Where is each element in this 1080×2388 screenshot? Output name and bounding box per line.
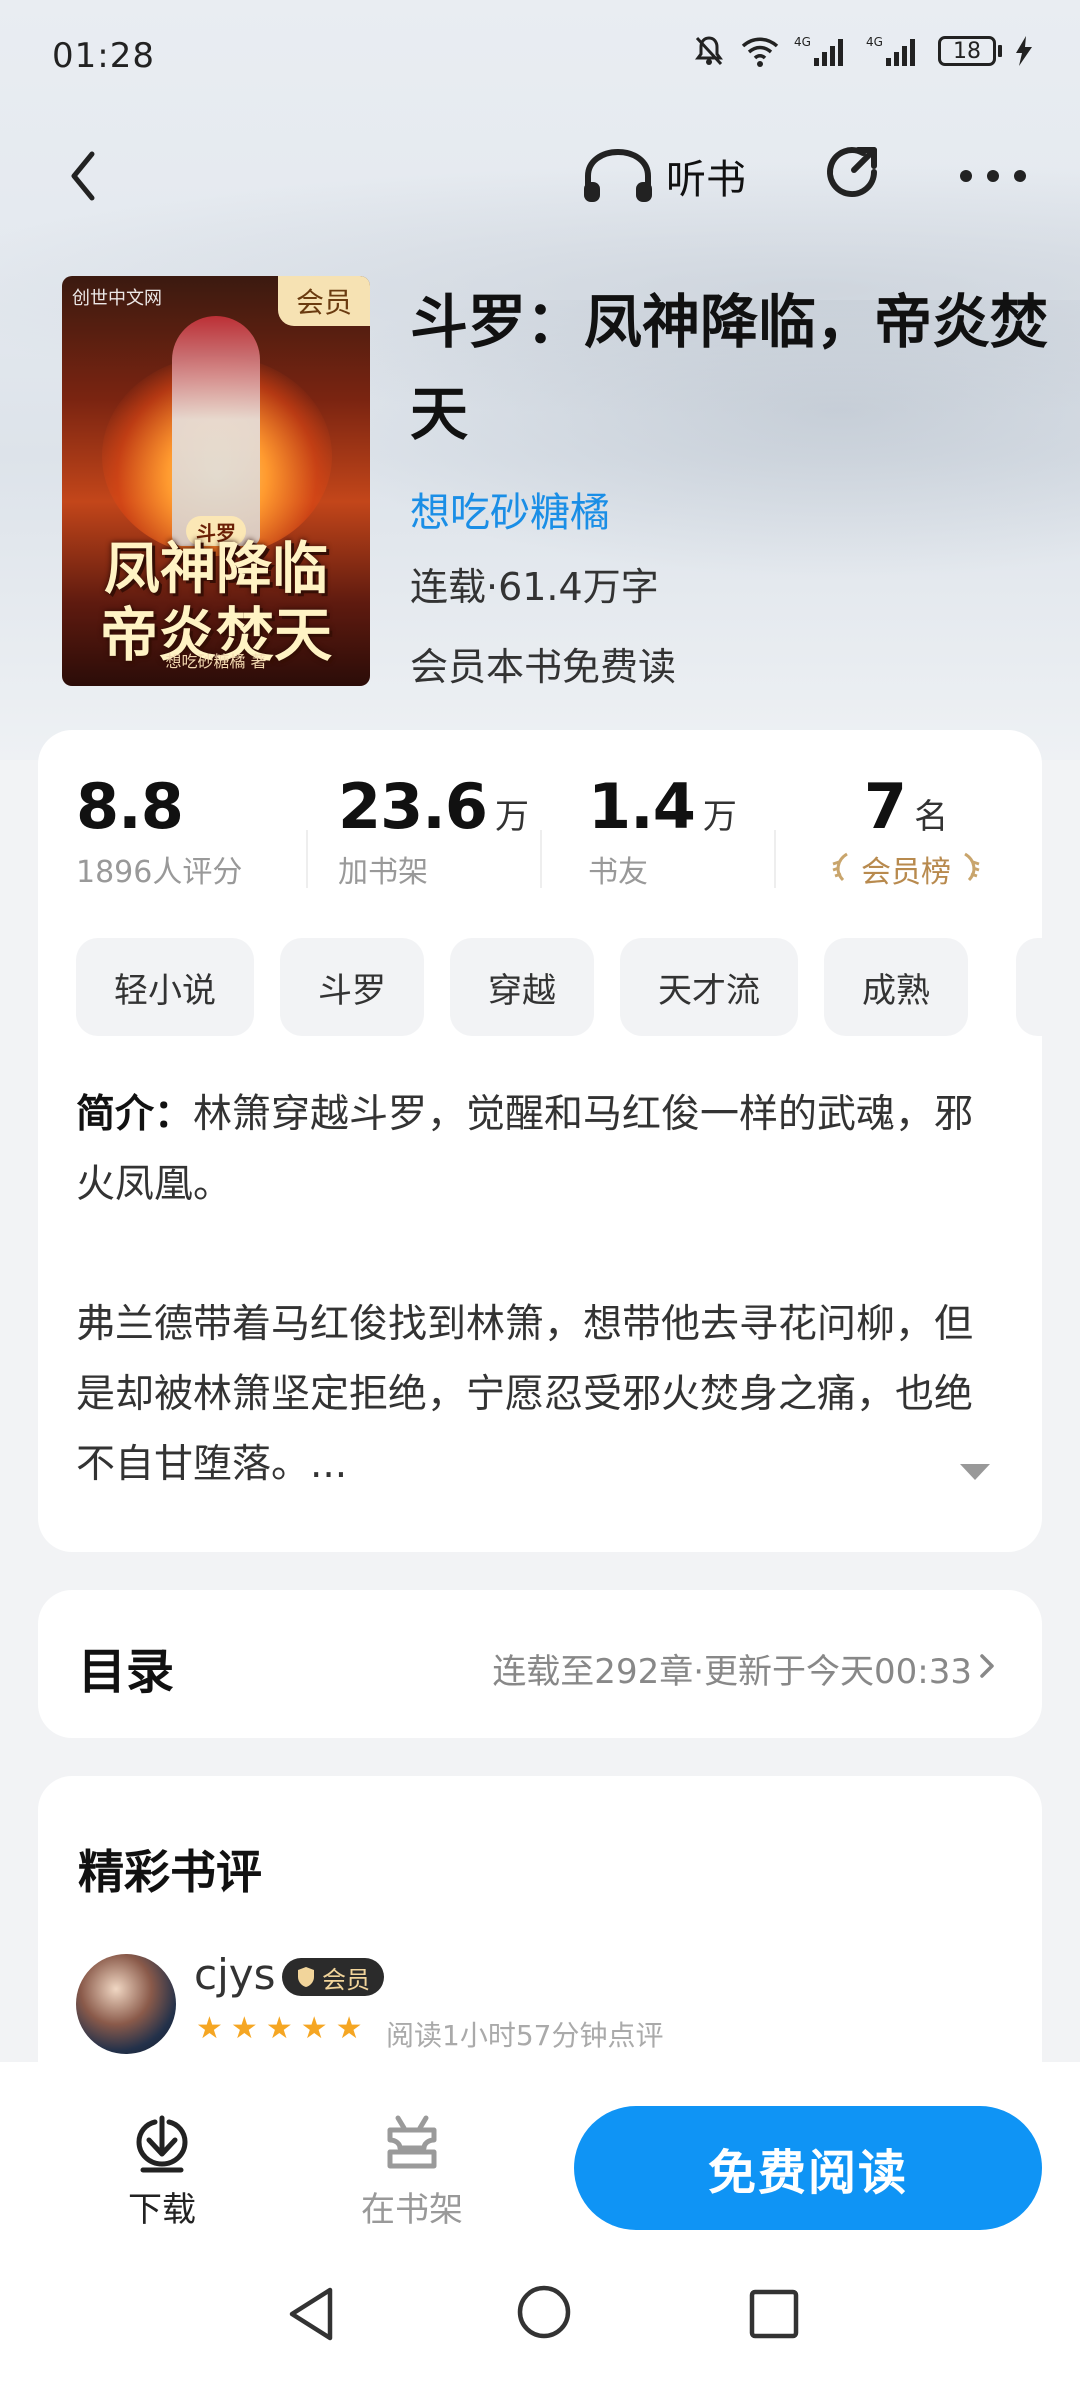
star-icon: ★: [196, 2011, 223, 2046]
book-info-card: 8.8 1896人评分 23.6 万 加书架 1.4 万 书友 7名 会员榜 轻小说…: [38, 730, 1042, 1552]
share-icon[interactable]: [820, 142, 886, 208]
bookshelf-icon: [387, 2115, 437, 2169]
mute-bell-icon: [695, 36, 723, 66]
toc-update-info: 连载至292章·更新于今天00:33: [492, 1652, 972, 1692]
status-icons: 4G 4G 18: [692, 34, 1032, 68]
reviews-title: 精彩书评: [78, 1845, 262, 1899]
tag-item[interactable]: 穿越: [450, 938, 594, 1036]
intro-paragraph-1: 林箫穿越斗罗，觉醒和马红俊一样的武魂，邪火凤凰。: [76, 1092, 974, 1207]
book-meta: 连载·61.4万字: [410, 565, 659, 609]
star-icon: ★: [335, 2011, 363, 2046]
chevron-right-icon: [980, 1654, 994, 1678]
system-nav-bar: [0, 2262, 1080, 2388]
book-intro[interactable]: 简介：林箫穿越斗罗，觉醒和马红俊一样的武魂，邪火凤凰。 弗兰德带着马红俊找到林箫…: [76, 1080, 996, 1500]
review-card: 精彩书评 cjys 会员 ★ ★ ★ ★ ★ 阅读1小时57分钟点评: [38, 1776, 1042, 2096]
laurel-left-icon: [832, 852, 849, 882]
shelf-label: 在书架: [361, 2190, 463, 2230]
rating-stars: ★ ★ ★ ★ ★: [196, 2012, 363, 2046]
wifi-icon: [741, 37, 779, 67]
signal-4g-icon-2: 4G: [866, 35, 915, 66]
book-author[interactable]: 想吃砂糖橘: [410, 480, 610, 538]
signal-4g-icon: 4G: [794, 35, 843, 66]
svg-text:4G: 4G: [866, 35, 883, 49]
star-icon: ★: [300, 2011, 328, 2046]
toc-title: 目录: [78, 1644, 175, 1700]
member-badge: 会员: [282, 1958, 384, 1996]
battery-level: 18: [938, 36, 996, 66]
vip-badge: 会员: [278, 276, 370, 326]
stat-shelf: 23.6 万 加书架: [338, 770, 529, 890]
intro-paragraph-2: 弗兰德带着马红俊找到林箫，想带他去寻花问柳，但是却被林箫坚定拒绝，宁愿忍受邪火焚…: [76, 1302, 974, 1487]
vip-free-read: 会员本书免费读: [410, 645, 677, 689]
review-meta: 阅读1小时57分钟点评: [386, 2019, 664, 2052]
bookshelf-button[interactable]: 在书架: [342, 2112, 482, 2231]
laurel-right-icon: [963, 852, 980, 882]
free-read-button[interactable]: 免费阅读: [574, 2106, 1042, 2230]
book-cover[interactable]: 创世中文网 会员 斗罗 凤神降临 帝炎焚天 想吃砂糖橘 著: [62, 276, 370, 686]
shield-icon: [298, 1967, 314, 1987]
stats-row: 8.8 1896人评分 23.6 万 加书架 1.4 万 书友 7名 会员榜: [38, 770, 1042, 890]
listen-label: 听书: [666, 157, 746, 203]
review-username[interactable]: cjys: [194, 1950, 276, 1999]
tag-list: 轻小说 斗罗 穿越 天才流 成熟: [76, 938, 968, 1036]
status-time: 01:28: [52, 36, 155, 76]
star-icon: ★: [230, 2011, 258, 2046]
stat-readers[interactable]: 1.4 万 书友: [588, 770, 737, 891]
tag-item[interactable]: 轻小说: [76, 938, 254, 1036]
download-icon: [136, 2115, 188, 2173]
avatar[interactable]: [76, 1954, 176, 2054]
toc-card[interactable]: 目录 连载至292章·更新于今天00:33: [38, 1590, 1042, 1738]
expand-arrow-icon[interactable]: [958, 1460, 992, 1482]
stat-rating[interactable]: 8.8 1896人评分: [76, 770, 242, 891]
status-bar: 01:28 4G 4G 18: [0, 0, 1080, 120]
nav-back-icon[interactable]: [286, 2284, 336, 2344]
cover-brand: 创世中文网: [72, 288, 162, 309]
svg-text:4G: 4G: [794, 35, 811, 49]
tag-item[interactable]: 斗罗: [280, 938, 424, 1036]
bottom-action-bar: 下载 在书架 免费阅读: [0, 2062, 1080, 2388]
back-arrow-icon[interactable]: [64, 146, 104, 206]
cover-author: 想吃砂糖橘 著: [165, 652, 267, 671]
tag-item[interactable]: 天才流: [620, 938, 798, 1036]
more-icon[interactable]: [958, 158, 1028, 194]
tag-item[interactable]: 成熟: [824, 938, 968, 1036]
nav-recent-icon[interactable]: [748, 2288, 800, 2340]
book-title: 斗罗：凤神降临，帝炎焚天: [410, 288, 1049, 448]
listen-button[interactable]: 听书: [580, 146, 746, 206]
download-label: 下载: [128, 2190, 196, 2230]
battery-indicator: 18: [938, 36, 1002, 66]
rank-label: 会员榜: [861, 855, 951, 890]
star-icon: ★: [265, 2011, 293, 2046]
download-button[interactable]: 下载: [92, 2112, 232, 2231]
intro-prefix: 简介：: [76, 1092, 194, 1137]
stat-rank[interactable]: 7名 会员榜: [816, 770, 996, 891]
headphones-icon: [584, 148, 652, 202]
charging-icon: [1016, 36, 1032, 66]
nav-home-icon[interactable]: [516, 2284, 572, 2340]
